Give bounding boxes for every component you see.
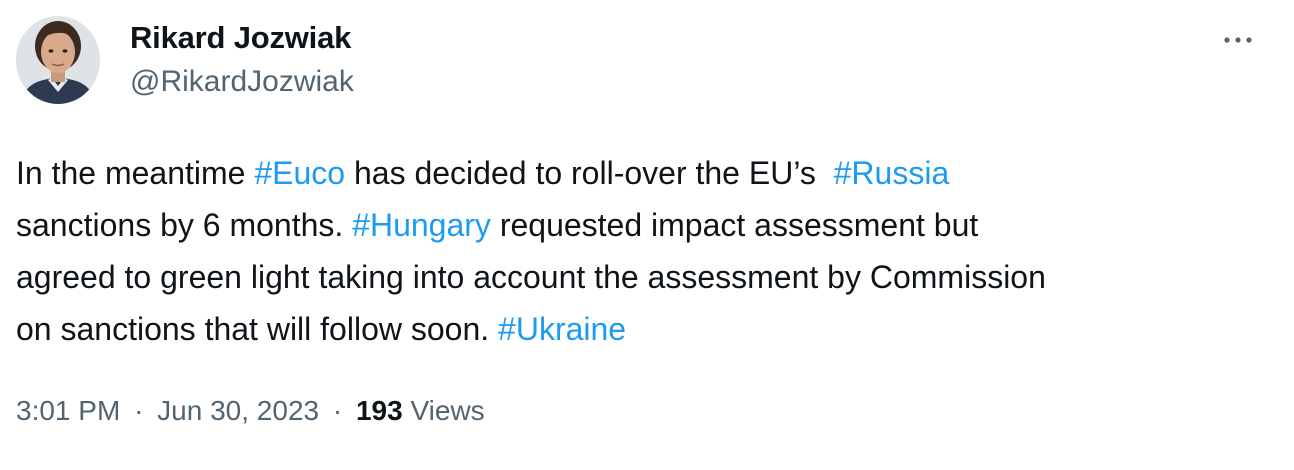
avatar-photo (16, 16, 100, 104)
tweet-text-line: sanctions by 6 months. #Hungary requeste… (16, 199, 1278, 251)
more-horizontal-icon (1224, 37, 1252, 43)
tweet-time[interactable]: 3:01 PM (16, 395, 120, 426)
tweet-text-segment: on sanctions that will follow soon. (16, 311, 499, 347)
tweet-text-segment: has decided to roll-over the EU’s (345, 155, 834, 191)
views-label[interactable]: Views (410, 395, 484, 426)
more-options-button[interactable] (1218, 22, 1258, 58)
tweet-card: Rikard Jozwiak @RikardJozwiak In the mea… (0, 0, 1294, 470)
tweet-text-segment: sanctions by 6 months. (16, 207, 353, 243)
tweet-date[interactable]: Jun 30, 2023 (157, 395, 319, 426)
tweet-text-line: In the meantime #Euco has decided to rol… (16, 147, 1278, 199)
tweet-text-line: agreed to green light taking into accoun… (16, 251, 1278, 303)
hashtag-link[interactable]: #Ukraine (498, 311, 626, 347)
tweet-text-segment: requested impact assessment but (490, 207, 979, 243)
tweet-text-segment: In the meantime (16, 155, 255, 191)
tweet-text: In the meantime #Euco has decided to rol… (16, 147, 1278, 355)
author-display-name[interactable]: Rikard Jozwiak (130, 20, 351, 56)
views-count[interactable]: 193 (356, 395, 403, 426)
tweet-text-segment: agreed to green light taking into accoun… (16, 259, 1046, 295)
meta-separator: · (134, 395, 144, 426)
meta-separator: · (332, 395, 343, 426)
avatar[interactable] (16, 16, 100, 104)
hashtag-link[interactable]: #Russia (834, 155, 950, 191)
author-handle[interactable]: @RikardJozwiak (130, 64, 354, 100)
hashtag-link[interactable]: #Hungary (352, 207, 491, 243)
tweet-meta: 3:01 PM · Jun 30, 2023 · 193 Views (16, 391, 485, 431)
tweet-text-line: on sanctions that will follow soon. #Ukr… (16, 303, 1278, 355)
hashtag-link[interactable]: #Euco (254, 155, 345, 191)
